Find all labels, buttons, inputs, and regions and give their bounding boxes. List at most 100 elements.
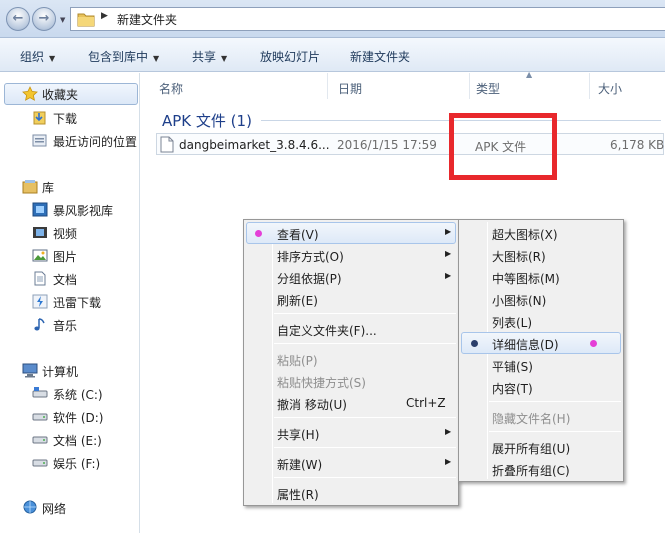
address-bar-area: ← → ▼ ▶ 新建文件夹 [0, 0, 665, 38]
breadcrumb-chevron-icon[interactable]: ▶ [101, 11, 108, 21]
submenu-item-extra-large-icons[interactable]: 超大图标(X) [461, 222, 621, 244]
sidebar-item-recent[interactable]: 最近访问的位置 [0, 130, 140, 151]
sidebar-item-documents[interactable]: 文档 [0, 268, 140, 289]
submenu-item-content[interactable]: 内容(T) [461, 376, 621, 398]
annotation-highlight-box [449, 113, 557, 180]
menu-item-properties[interactable]: 属性(R) [246, 482, 456, 504]
sidebar-item-music[interactable]: 音乐 [0, 314, 140, 335]
submenu-item-medium-icons[interactable]: 中等图标(M) [461, 266, 621, 288]
sidebar-item-pictures[interactable]: 图片 [0, 245, 140, 266]
include-in-library-button[interactable]: 包含到库中 ▼ [88, 48, 159, 65]
forward-arrow-icon: → [38, 11, 50, 26]
submenu-item-expand-all-groups[interactable]: 展开所有组(U) [461, 436, 621, 458]
submenu-arrow-icon: ▶ [445, 227, 452, 236]
menu-item-new[interactable]: 新建(W) ▶ [246, 452, 456, 474]
menu-item-share[interactable]: 共享(H) ▶ [246, 422, 456, 444]
sidebar-item-computer[interactable]: 计算机 [0, 360, 140, 381]
breadcrumb-current[interactable]: 新建文件夹 [117, 11, 177, 28]
file-name: dangbeimarket_3.8.4.6... [179, 138, 330, 152]
menu-separator [274, 313, 456, 314]
menu-item-customize-folder[interactable]: 自定义文件夹(F)... [246, 318, 456, 340]
forward-button[interactable]: → [32, 7, 56, 31]
new-folder-button[interactable]: 新建文件夹 [350, 48, 410, 65]
star-icon [22, 86, 38, 101]
menu-item-sort[interactable]: 排序方式(O) ▶ [246, 244, 456, 266]
sidebar-item-drive-d[interactable]: 软件 (D:) [0, 406, 140, 427]
sidebar-item-libraries[interactable]: 库 [0, 176, 140, 197]
menu-item-paste[interactable]: 粘贴(P) [246, 348, 456, 370]
recent-pages-dropdown-icon[interactable]: ▼ [60, 16, 65, 24]
file-row[interactable]: dangbeimarket_3.8.4.6... 2016/1/15 17:59… [156, 133, 664, 155]
video-icon [33, 227, 47, 238]
address-box[interactable]: ▶ 新建文件夹 [70, 7, 665, 31]
submenu-item-details[interactable]: 详细信息(D) [461, 332, 621, 354]
share-button[interactable]: 共享 ▼ [192, 48, 227, 65]
view-submenu: 超大图标(X) 大图标(R) 中等图标(M) 小图标(N) 列表(L) 详细信息… [458, 219, 624, 482]
submenu-item-small-icons[interactable]: 小图标(N) [461, 288, 621, 310]
film-icon [32, 202, 48, 217]
menu-separator [489, 431, 621, 432]
pink-marker-icon [590, 340, 597, 347]
libraries-icon [22, 180, 38, 194]
radio-selected-icon [471, 340, 478, 347]
submenu-item-large-icons[interactable]: 大图标(R) [461, 244, 621, 266]
column-header-date[interactable]: 日期 [328, 73, 470, 99]
group-header[interactable]: APK 文件 (1) [162, 110, 252, 131]
folder-icon [77, 13, 95, 27]
file-date: 2016/1/15 17:59 [337, 138, 437, 152]
submenu-item-hide-file-names[interactable]: 隐藏文件名(H) [461, 406, 621, 428]
menu-separator [274, 343, 456, 344]
menu-separator [489, 401, 621, 402]
menu-separator [274, 477, 456, 478]
document-icon [34, 271, 46, 286]
hard-drive-icon [32, 413, 48, 421]
system-drive-icon [32, 387, 48, 398]
sort-ascending-icon: ▲ [526, 70, 533, 79]
sidebar-item-thunder[interactable]: 迅雷下载 [0, 291, 140, 312]
navigation-pane: 收藏夹 下载 最近访问的位置 库 暴风影视库 视频 图片 文档 迅雷下载 音乐 … [0, 73, 140, 533]
submenu-item-tiles[interactable]: 平铺(S) [461, 354, 621, 376]
sidebar-item-favorites[interactable]: 收藏夹 [0, 83, 140, 105]
download-folder-icon [33, 111, 46, 125]
hard-drive-icon [32, 436, 48, 444]
submenu-arrow-icon: ▶ [445, 457, 452, 466]
hard-drive-icon [32, 459, 48, 467]
thunder-download-icon [32, 294, 48, 309]
back-arrow-icon: ← [12, 11, 24, 26]
sidebar-item-drive-f[interactable]: 娱乐 (F:) [0, 452, 140, 473]
submenu-arrow-icon: ▶ [445, 271, 452, 280]
chevron-down-icon: ▼ [153, 54, 160, 63]
menu-item-refresh[interactable]: 刷新(E) [246, 288, 456, 310]
sidebar-item-storm[interactable]: 暴风影视库 [0, 199, 140, 220]
computer-icon [22, 363, 38, 378]
chevron-down-icon: ▼ [221, 54, 228, 63]
pink-marker-icon [255, 230, 262, 237]
menu-separator [274, 447, 456, 448]
organize-button[interactable]: 组织 ▼ [20, 48, 55, 65]
recent-places-icon [32, 134, 47, 147]
context-menu: 查看(V) ▶ 排序方式(O) ▶ 分组依据(P) ▶ 刷新(E) 自定义文件夹… [243, 219, 459, 506]
picture-icon [32, 249, 48, 262]
submenu-item-list[interactable]: 列表(L) [461, 310, 621, 332]
back-button[interactable]: ← [6, 7, 30, 31]
menu-item-group-by[interactable]: 分组依据(P) ▶ [246, 266, 456, 288]
menu-item-view[interactable]: 查看(V) ▶ [246, 222, 456, 244]
sidebar-item-downloads[interactable]: 下载 [0, 107, 140, 128]
slideshow-button[interactable]: 放映幻灯片 [260, 48, 320, 65]
sidebar-item-videos[interactable]: 视频 [0, 222, 140, 243]
file-size: 6,178 KB [610, 138, 665, 152]
menu-item-paste-shortcut[interactable]: 粘贴快捷方式(S) [246, 370, 456, 392]
command-toolbar: 组织 ▼ 包含到库中 ▼ 共享 ▼ 放映幻灯片 新建文件夹 [0, 38, 665, 72]
menu-separator [274, 417, 456, 418]
sidebar-item-network[interactable]: 网络 [0, 497, 140, 518]
music-note-icon [34, 318, 45, 331]
submenu-item-collapse-all-groups[interactable]: 折叠所有组(C) [461, 458, 621, 480]
network-icon [23, 500, 37, 514]
submenu-arrow-icon: ▶ [445, 249, 452, 258]
sidebar-item-drive-e[interactable]: 文档 (E:) [0, 429, 140, 450]
column-header-name[interactable]: 名称 [141, 73, 328, 99]
chevron-down-icon: ▼ [49, 54, 56, 63]
menu-item-undo-move[interactable]: 撤消 移动(U) Ctrl+Z [246, 392, 456, 414]
sidebar-item-drive-c[interactable]: 系统 (C:) [0, 383, 140, 404]
column-header-size[interactable]: 大小 [590, 73, 665, 99]
